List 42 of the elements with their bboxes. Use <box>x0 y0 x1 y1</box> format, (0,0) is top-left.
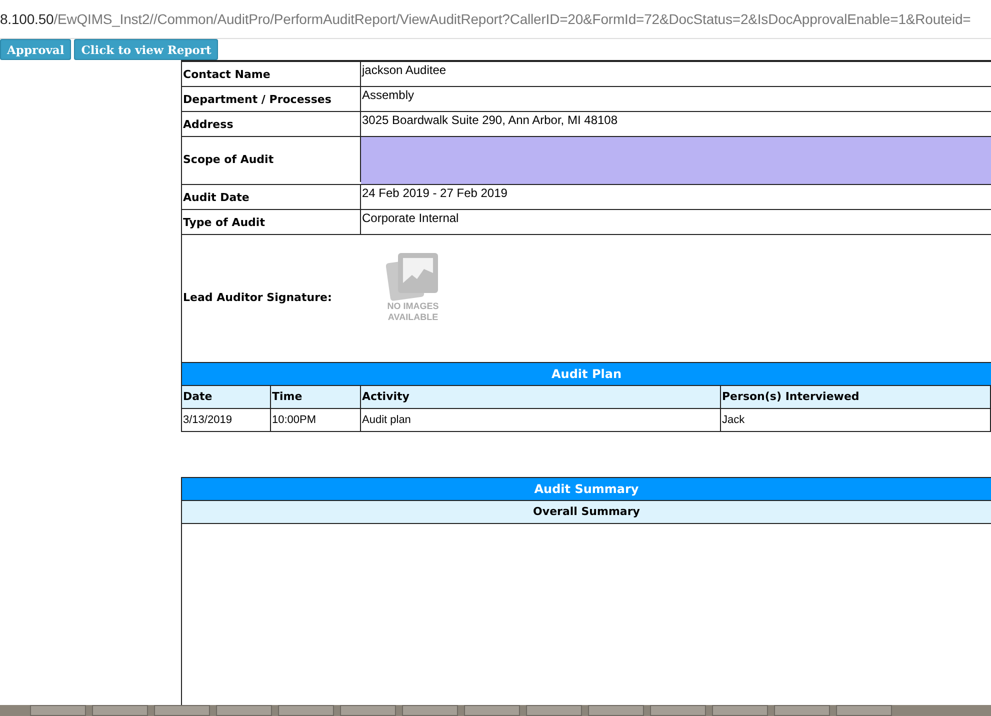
taskbar-button[interactable] <box>154 705 210 716</box>
taskbar-button[interactable] <box>92 705 148 716</box>
table-cell: Jack <box>721 409 991 431</box>
field-value: Corporate Internal <box>361 210 460 227</box>
column-header: Time <box>271 386 361 408</box>
taskbar-button[interactable] <box>588 705 644 716</box>
picture-icon <box>386 250 440 300</box>
field-value: Assembly <box>361 87 416 104</box>
field-label: Audit Date <box>182 185 361 209</box>
field-label: Type of Audit <box>182 210 361 234</box>
taskbar-button[interactable] <box>526 705 582 716</box>
taskbar-button[interactable] <box>836 705 892 716</box>
field-label: Address <box>182 112 361 136</box>
field-label: Contact Name <box>182 62 361 86</box>
field-label: Lead Auditor Signature: <box>182 290 333 306</box>
taskbar-button[interactable] <box>216 705 272 716</box>
section-header: Audit Plan <box>181 363 991 386</box>
column-header: Date <box>182 386 271 408</box>
taskbar-button[interactable] <box>774 705 830 716</box>
taskbar-button[interactable] <box>402 705 458 716</box>
toolbar-button[interactable]: Approval <box>0 39 72 60</box>
column-header: Person(s) Interviewed <box>721 386 991 408</box>
url-host: 8.100.50 <box>0 11 54 27</box>
taskbar-button[interactable] <box>712 705 768 716</box>
subsection-header: Overall Summary <box>181 501 991 524</box>
field-value: 24 Feb 2019 - 27 Feb 2019 <box>361 185 508 202</box>
taskbar-button[interactable] <box>278 705 334 716</box>
section-header: Audit Summary <box>181 478 991 501</box>
table-cell: Audit plan <box>361 409 721 431</box>
field-value: 3025 Boardwalk Suite 290, Ann Arbor, MI 48108 <box>361 112 619 129</box>
table-cell: 10:00PM <box>271 409 361 431</box>
field-label: Department / Processes <box>182 87 361 111</box>
taskbar-button[interactable] <box>650 705 706 716</box>
no-image-text: NO IMAGES AVAILABLE <box>386 300 440 322</box>
taskbar-button[interactable] <box>464 705 520 716</box>
taskbar-button[interactable] <box>340 705 396 716</box>
url-path: /EwQIMS_Inst2//Common/AuditPro/PerformAuditReport/ViewAuditReport?CallerID=20&FormId=72&DocStatus=2&IsDocApprovalEnable=1&Routeid= <box>54 11 971 27</box>
toolbar-button[interactable]: Click to view Report <box>74 39 218 60</box>
column-header: Activity <box>361 386 721 408</box>
field-value: jackson Auditee <box>361 62 448 79</box>
taskbar-button[interactable] <box>30 705 86 716</box>
table-cell: 3/13/2019 <box>182 409 271 431</box>
